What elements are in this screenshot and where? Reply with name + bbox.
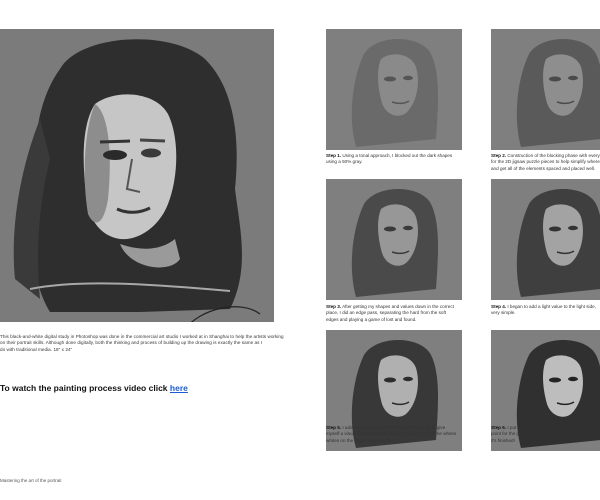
step-caption-line: for the 2D jigsaw puzzle pieces to help … xyxy=(491,159,600,165)
step-caption: Step 1. Using a tonal approach, I blocke… xyxy=(326,153,476,166)
video-prompt-text: To watch the painting process video clic… xyxy=(0,383,168,393)
step-label: Step 2. xyxy=(491,153,507,158)
step-caption-line: myself a visual clue about how things wo… xyxy=(326,431,457,437)
step-label: Step 4. xyxy=(491,304,507,309)
step-caption-line: point for the piece. I refined things he… xyxy=(491,431,592,437)
step-caption-line: and get all of the elements spaced and p… xyxy=(491,165,596,171)
main-painting-caption: This black-and-white digital study in Ph… xyxy=(0,334,300,353)
step-caption-line: very simple. xyxy=(491,310,516,316)
step-label: Step 6. xyxy=(491,425,507,430)
caption-line: do with traditional media. 18" x 24" xyxy=(0,346,73,352)
step-caption-line: whites on the page. So much fun! xyxy=(326,437,395,443)
step-thumbnail xyxy=(491,179,600,300)
step-thumbnail xyxy=(326,179,462,300)
page-footer: Mastering the art of the portrait xyxy=(0,478,62,483)
step-caption: Step 3. After getting my shapes and valu… xyxy=(326,304,476,323)
step-label: Step 3. xyxy=(326,304,342,309)
step-thumbnail xyxy=(326,29,462,150)
step-label: Step 5. xyxy=(326,425,342,430)
video-prompt: To watch the painting process video clic… xyxy=(0,383,188,393)
step-caption-line: using a 50% gray. xyxy=(326,159,363,165)
step-caption: Step 4. I began to add a light value to … xyxy=(491,304,600,317)
step-caption: Step 5. I added some highlights here and… xyxy=(326,425,476,444)
caption-line: on their portrait skills. Although done … xyxy=(0,340,263,346)
video-link[interactable]: here xyxy=(170,383,188,393)
step-caption: Step 2. Construction of the blocking pha… xyxy=(491,153,600,172)
step-thumbnail xyxy=(491,29,600,150)
step-label: Step 1. xyxy=(326,153,342,158)
step-caption-line: it's finished! xyxy=(491,437,515,443)
step-caption: Step 6. I put my dark and light accents … xyxy=(491,425,600,444)
main-portrait-painting xyxy=(0,29,274,322)
step-caption-line: edges and playing a game of lost and fou… xyxy=(326,316,417,322)
